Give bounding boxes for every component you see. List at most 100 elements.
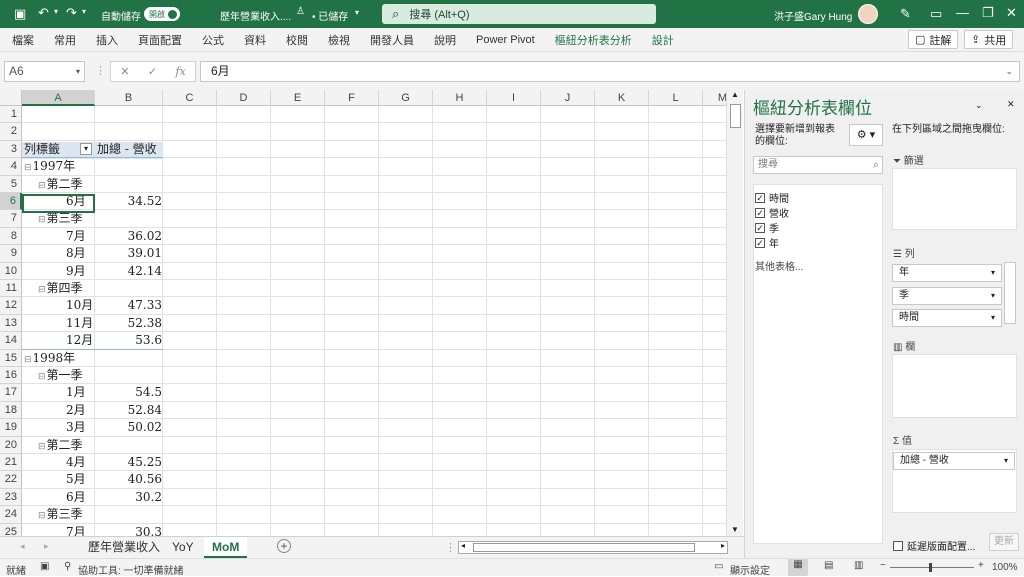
scroll-right-icon[interactable]: ▸ [721, 541, 725, 550]
column-header[interactable]: A [22, 90, 95, 106]
quarter-label[interactable]: ⊟第一季 [38, 367, 83, 384]
tab-home[interactable]: 常用 [54, 32, 76, 48]
row-header[interactable]: 17 [0, 384, 22, 402]
field-item-quarter[interactable]: ✓ 季 [755, 220, 779, 235]
vertical-scrollbar[interactable]: ▲ ▼ [726, 90, 743, 536]
value-cell[interactable]: 47.33 [95, 297, 162, 314]
save-status[interactable]: • 已儲存 [312, 8, 348, 23]
row-header[interactable]: 19 [0, 419, 22, 437]
zoom-in-icon[interactable]: + [978, 560, 984, 571]
search-box[interactable]: ⌕ 搜尋 (Alt+Q) [382, 4, 656, 24]
tab-help[interactable]: 說明 [434, 32, 456, 48]
zoom-slider[interactable] [890, 567, 974, 568]
scroll-up-icon[interactable]: ▲ [731, 90, 739, 99]
select-all-corner[interactable] [0, 90, 22, 106]
value-cell[interactable]: 36.02 [95, 228, 162, 245]
row-header[interactable]: 8 [0, 227, 22, 246]
chevron-down-icon[interactable]: ▾ [1004, 453, 1008, 469]
display-settings-icon[interactable]: ▭ [714, 561, 723, 572]
filter-dropdown-icon[interactable]: ▾ [80, 142, 92, 155]
column-header[interactable]: E [271, 90, 325, 106]
ribbon-display-icon[interactable]: ▭ [930, 6, 942, 22]
accessibility-status[interactable]: 協助工具: 一切準備就緒 [78, 562, 184, 577]
row-header[interactable]: 14 [0, 332, 22, 350]
chevron-down-icon[interactable]: ▾ [991, 288, 995, 304]
month-label[interactable]: 11月 [66, 315, 93, 332]
column-header[interactable]: K [595, 90, 649, 106]
area-item-year[interactable]: 年 ▾ [892, 264, 1002, 282]
value-cell[interactable]: 40.56 [95, 471, 162, 488]
value-cell[interactable]: 39.01 [95, 245, 162, 262]
quarter-label[interactable]: ⊟第三季 [38, 506, 83, 523]
column-header[interactable]: H [433, 90, 487, 106]
year-label[interactable]: ⊟1998年 [24, 350, 75, 367]
chevron-down-icon[interactable]: ▾ [54, 7, 58, 16]
row-header[interactable]: 25 [0, 523, 22, 536]
tab-view[interactable]: 檢視 [328, 32, 350, 48]
more-tables-link[interactable]: 其他表格... [755, 258, 803, 273]
rows-area[interactable] [892, 354, 1017, 418]
layout-tools-button[interactable]: ⚙ ▾ [849, 124, 883, 146]
document-title[interactable]: 歷年營業收入.... [220, 8, 291, 23]
value-cell[interactable]: 34.52 [95, 193, 162, 210]
row-header[interactable]: 12 [0, 297, 22, 315]
row-header[interactable]: 4 [0, 158, 22, 176]
horizontal-scrollbar[interactable]: ◂ ▸ [458, 541, 728, 554]
chevron-down-icon[interactable]: ▾ [76, 62, 80, 81]
row-header[interactable]: 5 [0, 175, 22, 193]
collapse-icon[interactable]: ⊟ [38, 372, 46, 382]
column-header[interactable]: I [487, 90, 541, 106]
month-label[interactable]: 7月 [66, 228, 86, 245]
tab-data[interactable]: 資料 [244, 32, 266, 48]
chevron-down-icon[interactable]: ▾ [991, 310, 995, 326]
area-scrollbar[interactable] [1004, 262, 1016, 324]
zoom-level[interactable]: 100% [992, 562, 1018, 573]
scroll-down-icon[interactable]: ▼ [731, 525, 739, 534]
redo-icon[interactable]: ↷ [66, 5, 77, 21]
update-button[interactable]: 更新 [989, 533, 1019, 551]
month-label[interactable]: 1月 [66, 384, 86, 401]
filters-area[interactable] [892, 168, 1017, 230]
collapse-icon[interactable]: ⊟ [38, 181, 46, 191]
chevron-down-icon[interactable]: ▾ [991, 265, 995, 281]
chevron-down-icon[interactable]: ▾ [355, 8, 359, 17]
value-cell[interactable]: 54.5 [95, 384, 162, 401]
active-cell[interactable] [22, 194, 95, 213]
tab-pivot-analyze[interactable]: 樞紐分析表分析 [555, 32, 632, 48]
row-header[interactable]: 22 [0, 471, 22, 489]
month-label[interactable]: 6月 [66, 489, 86, 506]
row-header[interactable]: 1 [0, 106, 22, 124]
month-label[interactable]: 9月 [66, 263, 86, 280]
row-header[interactable]: 16 [0, 367, 22, 385]
month-label[interactable]: 2月 [66, 402, 86, 419]
month-label[interactable]: 10月 [66, 297, 93, 314]
collapse-icon[interactable]: ⊟ [24, 163, 32, 173]
column-header[interactable]: B [95, 90, 163, 106]
tab-design[interactable]: 設計 [652, 32, 674, 48]
normal-view-icon[interactable]: ▦ [788, 559, 808, 576]
row-header[interactable]: 18 [0, 401, 22, 420]
chevron-down-icon[interactable]: ⌄ [975, 100, 983, 111]
tab-file[interactable]: 檔案 [12, 32, 34, 48]
page-layout-view-icon[interactable]: ▤ [824, 560, 833, 571]
display-settings-label[interactable]: 顯示設定 [730, 562, 770, 577]
value-cell[interactable]: 52.84 [95, 402, 162, 419]
sheet-tab-revenue[interactable]: 歷年營業收入 [80, 537, 168, 558]
row-header[interactable]: 23 [0, 488, 22, 507]
value-cell[interactable]: 42.14 [95, 263, 162, 280]
column-header[interactable]: F [325, 90, 379, 106]
tab-developer[interactable]: 開發人員 [370, 32, 414, 48]
minimize-icon[interactable]: — [956, 5, 969, 20]
month-label[interactable]: 7月 [66, 524, 86, 536]
field-item-time[interactable]: ✓ 時間 [755, 190, 789, 205]
collapse-icon[interactable]: ⊟ [38, 511, 46, 521]
value-cell[interactable]: 30.3 [95, 524, 162, 536]
formula-input[interactable]: 6月 ⌄ [200, 61, 1020, 82]
fx-icon[interactable]: fx [175, 65, 185, 78]
row-header[interactable]: 20 [0, 436, 22, 454]
row-header[interactable]: 13 [0, 314, 22, 333]
row-header[interactable]: 21 [0, 454, 22, 472]
row-header[interactable]: 2 [0, 123, 22, 141]
autosave-toggle[interactable]: 開啟 [144, 7, 180, 21]
chevron-down-icon[interactable]: ▾ [82, 7, 86, 16]
